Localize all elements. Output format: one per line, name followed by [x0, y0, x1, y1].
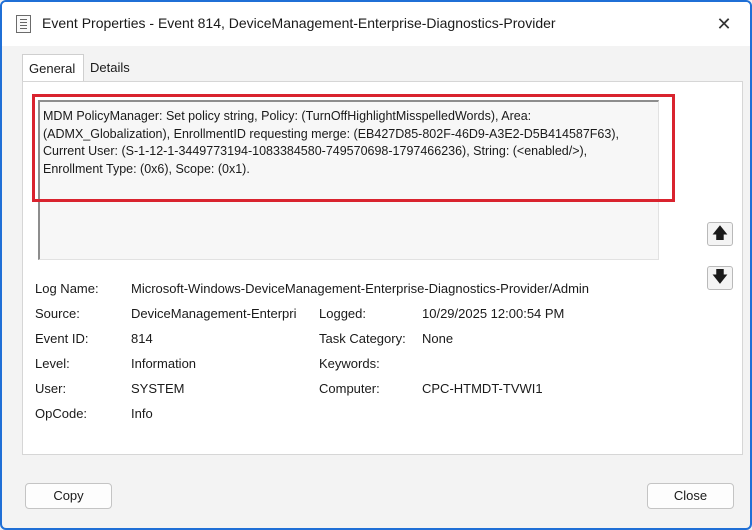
user-value: SYSTEM [131, 381, 185, 396]
close-button[interactable]: Close [647, 483, 734, 509]
next-event-button[interactable]: 🡇 [707, 266, 733, 290]
log-name-value: Microsoft-Windows-DeviceManagement-Enter… [131, 281, 590, 296]
logged-label: Logged: [319, 306, 366, 321]
tab-details[interactable]: Details [84, 54, 140, 81]
task-category-value: None [422, 331, 454, 346]
level-label: Level: [35, 356, 70, 371]
source-value: DeviceManagement-Enterpri [131, 306, 297, 321]
user-label: User: [35, 381, 67, 396]
event-message-box[interactable]: MDM PolicyManager: Set policy string, Po… [38, 100, 659, 260]
opcode-value: Info [131, 406, 153, 421]
level-value: Information [131, 356, 197, 371]
title-bar[interactable]: Event Properties - Event 814, DeviceMana… [2, 2, 750, 46]
task-category-label: Task Category: [319, 331, 406, 346]
event-message-text: MDM PolicyManager: Set policy string, Po… [43, 109, 619, 176]
copy-button[interactable]: Copy [25, 483, 112, 509]
close-icon[interactable]: ✕ [710, 10, 738, 38]
logged-value: 10/29/2025 12:00:54 PM [422, 306, 565, 321]
arrow-up-icon: 🡅 [711, 225, 729, 242]
general-tab-panel: MDM PolicyManager: Set policy string, Po… [22, 81, 743, 455]
event-properties-window: Event Properties - Event 814, DeviceMana… [0, 0, 752, 530]
previous-event-button[interactable]: 🡅 [707, 222, 733, 246]
opcode-label: OpCode: [35, 406, 88, 421]
keywords-label: Keywords: [319, 356, 380, 371]
source-label: Source: [35, 306, 80, 321]
computer-value: CPC-HTMDT-TVWI1 [422, 381, 543, 396]
window-title: Event Properties - Event 814, DeviceMana… [42, 15, 556, 31]
arrow-down-icon: 🡇 [711, 269, 729, 286]
event-log-icon [16, 15, 31, 33]
computer-label: Computer: [319, 381, 380, 396]
tab-general[interactable]: General [22, 54, 84, 81]
event-id-value: 814 [131, 331, 153, 346]
log-name-label: Log Name: [35, 281, 99, 296]
event-id-label: Event ID: [35, 331, 89, 346]
